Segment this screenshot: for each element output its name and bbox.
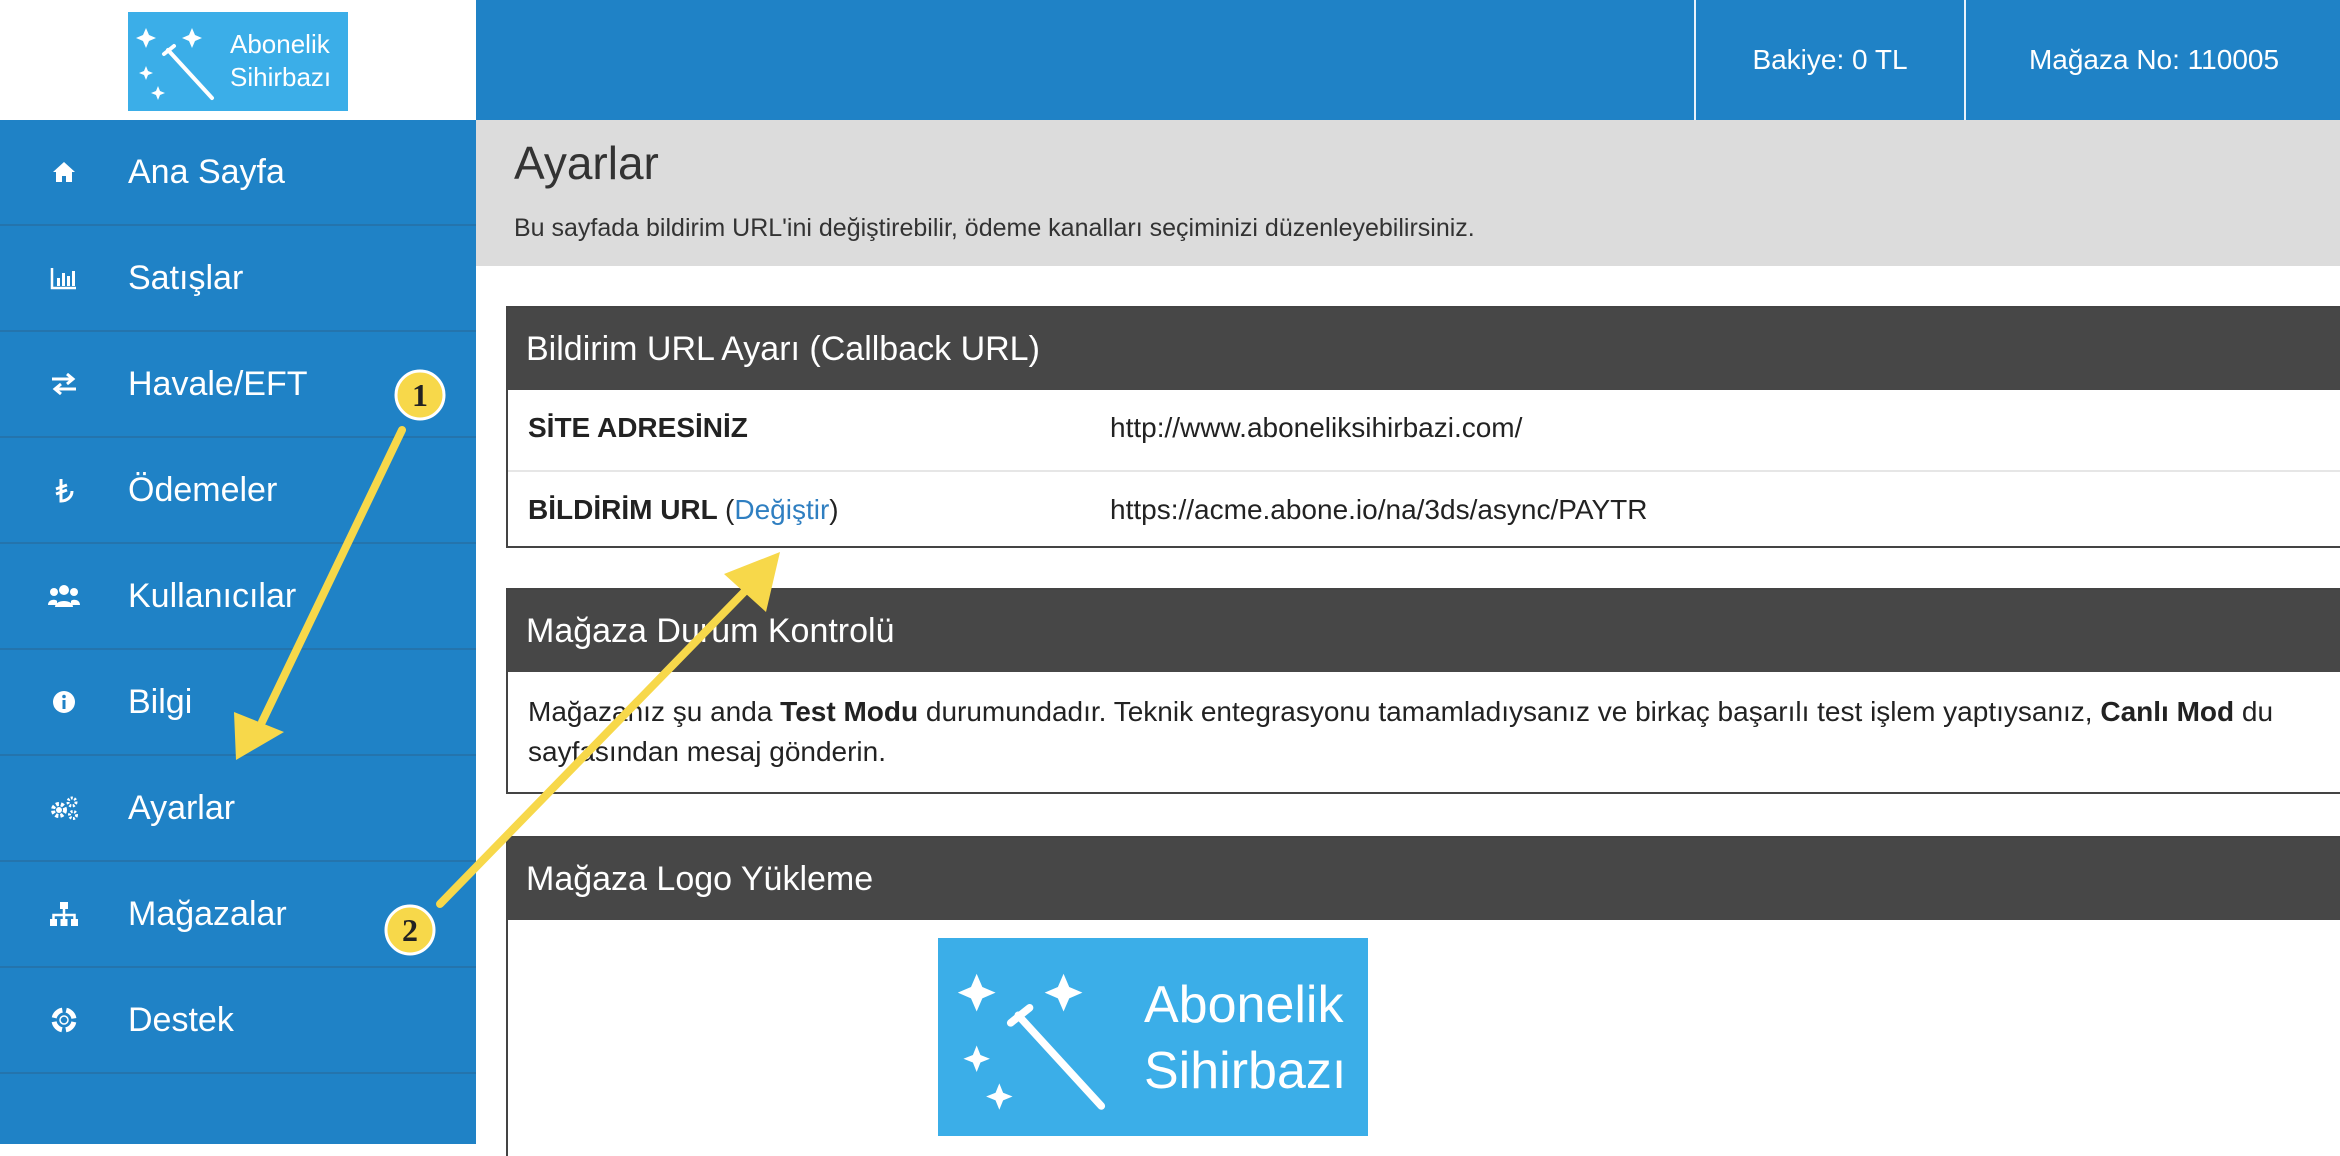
sidebar-item-label: Bilgi	[128, 682, 193, 721]
sidebar-item-users[interactable]: Kullanıcılar	[0, 544, 476, 650]
brand-line-2: Sihirbazı	[1144, 1042, 1347, 1100]
bar-chart-icon	[46, 260, 82, 296]
site-address-row: SİTE ADRESİNİZ http://www.aboneliksihirb…	[508, 390, 2340, 470]
brand-name: Abonelik Sihirbazı	[230, 28, 331, 94]
page-title: Ayarlar	[514, 137, 659, 189]
page-header: Ayarlar Bu sayfada bildirim URL'ini deği…	[476, 120, 2340, 266]
store-logo-preview[interactable]: Abonelik Sihirbazı	[938, 938, 1368, 1136]
sidebar-item-stores[interactable]: Mağazalar	[0, 862, 476, 968]
sidebar-item-info[interactable]: Bilgi	[0, 650, 476, 756]
status-text-part: sayfasından mesaj gönderin.	[528, 736, 886, 767]
sidebar-item-label: Ana Sayfa	[128, 152, 285, 191]
sidebar-item-label: Mağazalar	[128, 894, 287, 933]
sidebar-item-payments[interactable]: Ödemeler	[0, 438, 476, 544]
logo-upload-panel: Mağaza Logo Yükleme	[506, 836, 2340, 1156]
sidebar-item-sales[interactable]: Satışlar	[0, 226, 476, 332]
logo-area: Abonelik Sihirbazı	[0, 0, 476, 120]
sidebar-item-home[interactable]: Ana Sayfa	[0, 120, 476, 226]
sidebar-item-label: Satışlar	[128, 258, 244, 297]
test-mode-label: Test Modu	[780, 696, 919, 727]
lira-icon	[46, 472, 82, 508]
magic-wand-icon	[136, 28, 214, 100]
sidebar-item-label: Ayarlar	[128, 788, 236, 827]
sidebar-item-support[interactable]: Destek	[0, 968, 476, 1074]
store-status-panel: Mağaza Durum Kontrolü Mağazanız şu anda …	[506, 588, 2340, 794]
magic-wand-icon	[957, 973, 1106, 1110]
sidebar-item-label: Havale/EFT	[128, 364, 308, 403]
live-mode-label: Canlı Mod	[2100, 696, 2235, 727]
store-status-text: Mağazanız şu anda Test Modu durumundadır…	[508, 672, 2340, 772]
brand-line-1: Abonelik	[1144, 976, 1344, 1034]
sitemap-icon	[46, 896, 82, 932]
sidebar-item-label: Kullanıcılar	[128, 576, 297, 615]
status-text-part: durumundadır. Teknik entegrasyonu tamaml…	[918, 696, 2101, 727]
lifebuoy-icon	[46, 1002, 82, 1038]
home-icon	[46, 154, 82, 190]
callback-url-panel: Bildirim URL Ayarı (Callback URL) SİTE A…	[506, 306, 2340, 548]
close-paren: )	[829, 494, 839, 525]
brand-logo[interactable]: Abonelik Sihirbazı	[128, 12, 348, 111]
brand-line-1: Abonelik	[230, 29, 330, 59]
logo-preview-text: Abonelik Sihirbazı	[1144, 972, 1346, 1104]
sidebar-item-transfer[interactable]: Havale/EFT	[0, 332, 476, 438]
sidebar: Ana Sayfa Satışlar Havale/EFT Ödemeler K…	[0, 120, 476, 1144]
top-bar: Bakiye: 0 TL Mağaza No: 110005	[476, 0, 2340, 120]
balance-display[interactable]: Bakiye: 0 TL	[1694, 0, 1964, 120]
sidebar-item-settings[interactable]: Ayarlar	[0, 756, 476, 862]
sidebar-item-label: Ödemeler	[128, 470, 278, 509]
gears-icon	[46, 790, 82, 826]
notify-url-label: BİLDİRİM URL (Değiştir)	[528, 494, 839, 526]
status-text-part: Mağazanız şu anda	[528, 696, 781, 727]
store-number-display[interactable]: Mağaza No: 110005	[1964, 0, 2340, 120]
sidebar-item-label: Destek	[128, 1000, 234, 1039]
page-description: Bu sayfada bildirim URL'ini değiştirebil…	[514, 214, 1475, 242]
brand-line-2: Sihirbazı	[230, 62, 332, 92]
notify-url-value: https://acme.abone.io/na/3ds/async/PAYTR	[1110, 494, 1648, 525]
exchange-icon	[46, 366, 82, 402]
site-address-label: SİTE ADRESİNİZ	[528, 412, 748, 443]
open-paren: (	[725, 494, 735, 525]
change-notify-url-link[interactable]: Değiştir	[734, 494, 829, 525]
panel-title: Mağaza Durum Kontrolü	[508, 590, 2340, 672]
users-icon	[46, 578, 82, 614]
status-text-part: du	[2234, 696, 2274, 727]
panel-title: Bildirim URL Ayarı (Callback URL)	[508, 308, 2340, 390]
site-address-value: http://www.aboneliksihirbazi.com/	[1110, 412, 1523, 443]
info-icon	[46, 684, 82, 720]
panel-title: Mağaza Logo Yükleme	[508, 838, 2340, 920]
notify-url-row: BİLDİRİM URL (Değiştir) https://acme.abo…	[508, 470, 2340, 552]
notify-url-label-text: BİLDİRİM URL	[528, 494, 718, 525]
